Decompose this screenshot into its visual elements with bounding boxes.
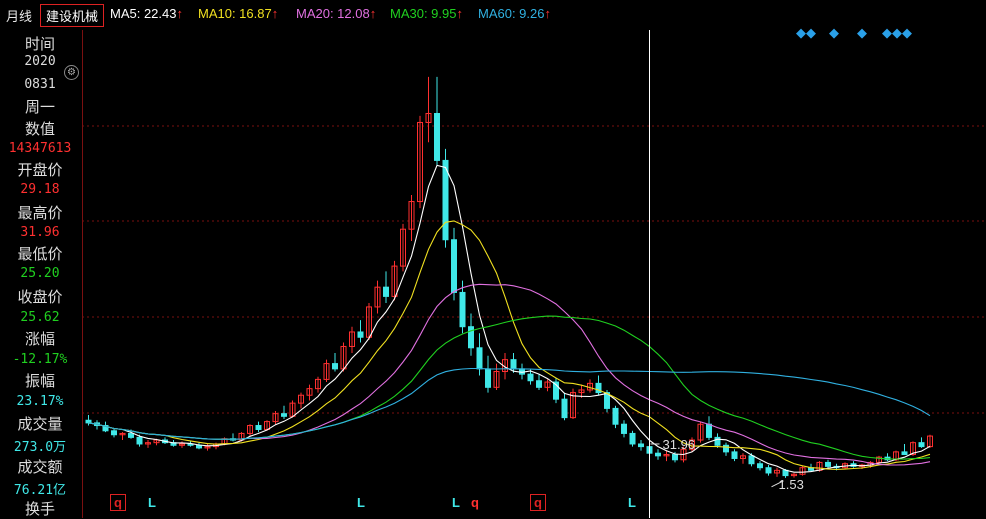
marker-l: L bbox=[148, 495, 156, 510]
stock-name[interactable]: 建设机械 bbox=[40, 4, 105, 27]
marker-q: q bbox=[530, 494, 546, 511]
diamond-icon: ◆◆◆ bbox=[882, 25, 912, 40]
candle-down bbox=[748, 455, 755, 465]
ma30-label: MA30: 9.95↑ bbox=[390, 6, 463, 21]
marker-q: q bbox=[110, 494, 126, 511]
candle-down bbox=[255, 425, 262, 430]
candle-down bbox=[672, 454, 678, 461]
turnover-label: 成交额 bbox=[17, 459, 63, 476]
open-value: 29.18 bbox=[20, 182, 60, 197]
low-annotation: 1.53 bbox=[779, 477, 804, 492]
volume-value: 273.0万 bbox=[13, 440, 67, 455]
ma10-line bbox=[88, 220, 931, 471]
ma60-line bbox=[88, 367, 931, 440]
candle-down bbox=[136, 436, 143, 445]
candle-down bbox=[612, 407, 619, 425]
candle-down bbox=[782, 469, 789, 477]
marker-l: L bbox=[357, 495, 365, 510]
candle-down bbox=[731, 451, 738, 459]
candle-down bbox=[476, 347, 483, 370]
low-value: 25.20 bbox=[20, 266, 60, 281]
candle-down bbox=[621, 423, 627, 434]
candlestick-chart[interactable]: 31.96 1.53 bbox=[82, 30, 986, 518]
ma30-line bbox=[88, 315, 931, 460]
turnover-value: 76.21亿 bbox=[13, 483, 67, 498]
candle-down bbox=[459, 291, 466, 328]
open-label: 开盘价 bbox=[17, 162, 63, 179]
candle-down bbox=[485, 368, 491, 388]
ma10-label: MA10: 16.87↑ bbox=[198, 6, 279, 21]
candle-down bbox=[527, 373, 534, 382]
high-label: 最高价 bbox=[17, 205, 63, 222]
period-label[interactable]: 月线 bbox=[6, 6, 32, 25]
candle-down bbox=[901, 451, 908, 456]
low-label: 最低价 bbox=[17, 246, 63, 263]
candle-down bbox=[723, 444, 729, 453]
amplitude-value: 23.17% bbox=[16, 394, 64, 409]
ma20-label: MA20: 12.08↑ bbox=[296, 6, 377, 21]
info-panel: 时间 2020 0831 周一 数值 14347613 开盘价 29.18 最高… bbox=[0, 30, 83, 518]
value-label: 数值 bbox=[24, 121, 55, 138]
amplitude-label: 振幅 bbox=[24, 373, 55, 390]
close-label: 收盘价 bbox=[17, 289, 63, 306]
ma20-line bbox=[88, 283, 931, 466]
volume-label: 成交量 bbox=[17, 416, 63, 433]
candle-down bbox=[561, 398, 568, 419]
candle-down bbox=[111, 430, 117, 436]
time-label: 时间 bbox=[24, 36, 55, 53]
candle-down bbox=[281, 413, 287, 417]
candle-down bbox=[706, 423, 712, 438]
ma5-line bbox=[88, 164, 931, 473]
candle-down bbox=[510, 359, 517, 370]
candle-down bbox=[536, 380, 542, 388]
candle-down bbox=[714, 436, 721, 446]
value-value: 14347613 bbox=[8, 141, 72, 156]
candle-down bbox=[638, 443, 644, 448]
candle-down bbox=[765, 467, 772, 474]
high-annotation: 31.96 bbox=[663, 437, 696, 452]
change-label: 涨幅 bbox=[24, 331, 55, 348]
weekday-value: 周一 bbox=[24, 99, 55, 116]
diamond-icon: ◆ bbox=[829, 25, 839, 40]
candle-down bbox=[918, 442, 925, 448]
candle-down bbox=[357, 331, 364, 338]
marker-q: q bbox=[471, 495, 479, 510]
handchange-label: 换手 bbox=[24, 501, 55, 518]
diamond-icon: ◆ bbox=[857, 25, 867, 40]
marker-l: L bbox=[628, 495, 636, 510]
ma60-label: MA60: 9.26↑ bbox=[478, 6, 551, 21]
candle-down bbox=[825, 461, 831, 467]
candle-down bbox=[757, 463, 763, 469]
candle-down bbox=[629, 432, 636, 445]
candle-down bbox=[383, 286, 389, 297]
candle-down bbox=[434, 113, 440, 161]
close-value: 25.62 bbox=[20, 310, 60, 325]
diamond-icon: ◆◆ bbox=[796, 25, 816, 40]
candle-down bbox=[655, 452, 661, 457]
candle-down bbox=[451, 239, 457, 293]
marker-l: L bbox=[452, 495, 460, 510]
candle-down bbox=[128, 432, 134, 438]
gear-icon[interactable]: ⚙ bbox=[64, 65, 79, 80]
high-value: 31.96 bbox=[20, 225, 60, 240]
candle-down bbox=[332, 363, 338, 370]
change-value: -12.17% bbox=[12, 352, 68, 367]
candle-down bbox=[85, 419, 92, 424]
ma5-label: MA5: 22.43↑ bbox=[110, 6, 183, 21]
